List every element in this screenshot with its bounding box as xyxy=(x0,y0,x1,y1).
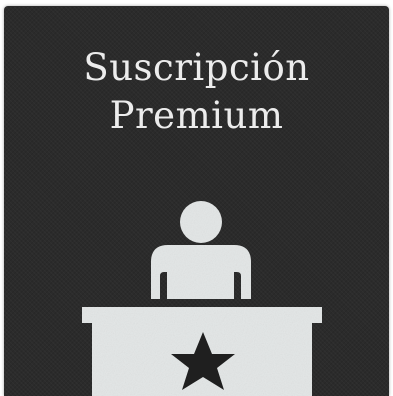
desk-attendant-icon xyxy=(82,201,322,396)
person-head xyxy=(180,201,222,243)
person-torso xyxy=(151,245,251,299)
premium-subscription-card[interactable]: Suscripción Premium xyxy=(0,0,393,396)
desk-top xyxy=(82,307,322,323)
